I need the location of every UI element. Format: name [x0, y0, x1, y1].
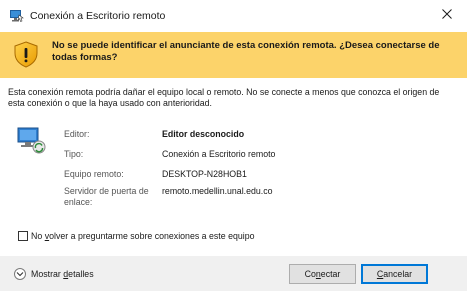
show-details-toggle[interactable]: Mostrar detalles: [14, 267, 94, 281]
detail-label: Tipo:: [64, 149, 84, 159]
title-bar: Conexión a Escritorio remoto: [0, 0, 467, 30]
shield-warning-icon: [12, 40, 40, 68]
detail-value: DESKTOP-N28HOB1: [162, 169, 247, 179]
detail-value: Editor desconocido: [162, 129, 245, 139]
detail-label: Equipo remoto:: [64, 169, 124, 179]
detail-label: Editor:: [64, 129, 90, 139]
window-title: Conexión a Escritorio remoto: [30, 10, 166, 22]
close-button[interactable]: [427, 0, 467, 30]
warning-message: No se puede identificar el anunciante de…: [52, 40, 440, 63]
detail-value: Conexión a Escritorio remoto: [162, 149, 276, 159]
cancel-button[interactable]: Cancelar: [361, 264, 428, 284]
dont-ask-again-checkbox-row[interactable]: No volver a preguntarme sobre conexiones…: [18, 230, 255, 242]
dont-ask-again-label[interactable]: No volver a preguntarme sobre conexiones…: [31, 231, 255, 241]
show-details-label[interactable]: Mostrar detalles: [31, 269, 94, 279]
detail-label: Servidor de puerta de enlace:: [64, 186, 149, 207]
connect-button[interactable]: Co n ectar: [289, 264, 356, 284]
dont-ask-again-checkbox[interactable]: [18, 231, 28, 241]
close-icon: [442, 9, 452, 21]
description-text: Esta conexión remota podría dañar el equ…: [8, 87, 440, 108]
warning-banner: No se puede identificar el anunciante de…: [0, 32, 467, 78]
chevron-down-icon[interactable]: [14, 268, 26, 280]
detail-value: remoto.medellin.unal.edu.co: [162, 186, 273, 196]
computer-icon: [17, 127, 47, 155]
remote-desktop-icon: [10, 10, 24, 22]
dialog-footer: Mostrar detalles Co n ectar Cancelar: [0, 256, 467, 291]
remote-desktop-dialog: Conexión a Escritorio remoto No se puede…: [0, 0, 467, 291]
